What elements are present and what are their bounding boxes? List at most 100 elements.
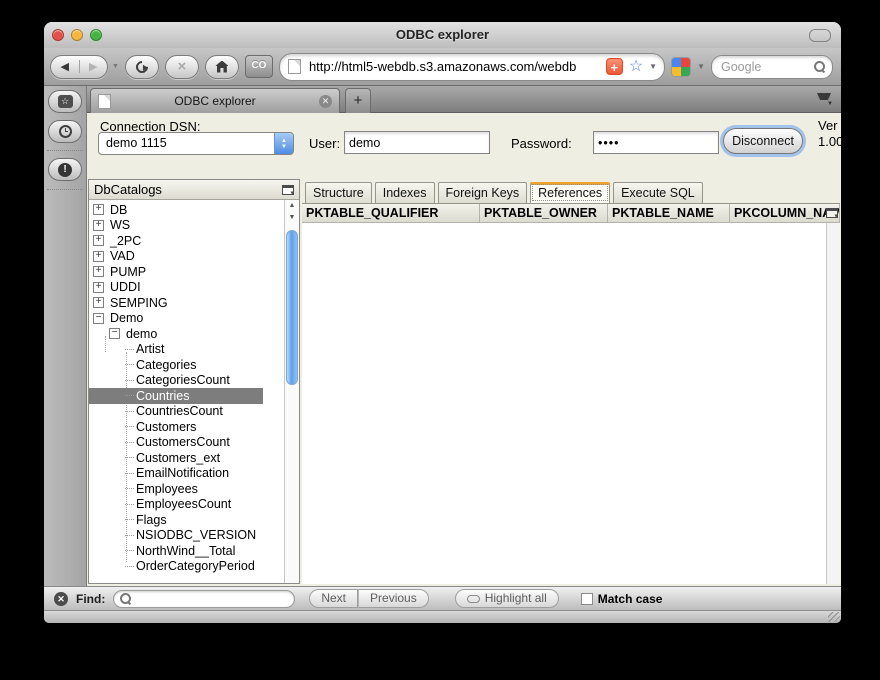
tree-item-customerscount[interactable]: CustomersCount — [89, 435, 263, 451]
errors-sidebar-button[interactable]: ! — [48, 158, 82, 181]
results-tab-execute-sql[interactable]: Execute SQL — [613, 182, 703, 203]
tree-item-semping[interactable]: + SEMPING — [89, 295, 263, 311]
tree-item-label: VAD — [110, 249, 135, 263]
grid-scrollbar-track[interactable] — [826, 223, 840, 584]
tree-item-pump[interactable]: + PUMP — [89, 264, 263, 280]
column-header-pktable-qualifier[interactable]: PKTABLE_QUALIFIER — [302, 204, 480, 222]
url-input[interactable] — [307, 58, 600, 75]
find-input[interactable] — [135, 591, 288, 607]
browser-tab-odbc-explorer[interactable]: ODBC explorer ✕ — [90, 88, 340, 113]
results-tab-indexes[interactable]: Indexes — [375, 182, 435, 203]
disconnect-button[interactable]: Disconnect — [723, 128, 803, 154]
url-dropdown-caret[interactable]: ▼ — [649, 62, 657, 71]
tree-item-customers[interactable]: Customers — [89, 419, 263, 435]
search-magnifier-icon[interactable] — [814, 61, 825, 72]
tree-item-vad[interactable]: + VAD — [89, 249, 263, 265]
tree-connector — [125, 535, 134, 536]
tree-item-db[interactable]: +DB — [89, 202, 263, 218]
find-close-icon[interactable]: ✕ — [54, 592, 68, 606]
expand-toggle-icon[interactable]: + — [93, 204, 104, 215]
bookmarks-sidebar-button[interactable]: ☆ — [48, 90, 82, 113]
highlight-all-button[interactable]: Highlight all — [455, 589, 559, 608]
tree-connector — [125, 504, 134, 505]
scroll-down-arrow[interactable]: ▼ — [285, 212, 299, 224]
tree-item-employees[interactable]: Employees — [89, 481, 263, 497]
tree-item-label: OrderCategoryPeriod — [136, 559, 255, 573]
stop-button[interactable]: × — [165, 55, 199, 79]
tree-item-ws[interactable]: +WS — [89, 218, 263, 234]
column-header-pkcolumn-name[interactable]: PKCOLUMN_NAME — [730, 204, 840, 222]
sidebar-separator — [47, 189, 83, 190]
new-tab-button[interactable]: + — [345, 88, 371, 113]
add-bookmark-badge-icon[interactable]: + — [606, 58, 623, 75]
tree-item-demo[interactable]: −Demo — [89, 311, 263, 327]
results-panel: StructureIndexesForeign KeysReferencesEx… — [302, 179, 840, 584]
dsn-select[interactable]: demo 1115 ▲▼ — [98, 132, 294, 155]
password-field[interactable] — [593, 131, 719, 154]
scroll-up-arrow[interactable]: ▲ — [285, 200, 299, 212]
tree-item-emailnotification[interactable]: EmailNotification — [89, 466, 263, 482]
tree-item-flags[interactable]: Flags — [89, 512, 263, 528]
expand-toggle-icon[interactable]: + — [93, 220, 104, 231]
results-tab-references[interactable]: References — [530, 182, 610, 203]
expand-toggle-icon[interactable]: + — [93, 297, 104, 308]
tree-item-northwind-total[interactable]: NorthWind__Total — [89, 543, 263, 559]
home-button[interactable] — [205, 55, 239, 79]
tree-item-categoriescount[interactable]: CategoriesCount — [89, 373, 263, 389]
find-previous-button[interactable]: Previous — [358, 589, 429, 608]
tree-scrollbar[interactable]: ▲ ▼ — [284, 200, 299, 583]
tree-item-label: PUMP — [110, 265, 146, 279]
tree-connector — [125, 364, 134, 365]
tree-item-artist[interactable]: Artist — [89, 342, 263, 358]
user-label: User: — [309, 136, 340, 151]
tree-item-label: SEMPING — [110, 296, 168, 310]
tree-item-employeescount[interactable]: EmployeesCount — [89, 497, 263, 513]
results-tab-foreign-keys[interactable]: Foreign Keys — [438, 182, 528, 203]
collapse-toggle-icon[interactable]: − — [109, 328, 120, 339]
tree-item-uddi[interactable]: +UDDI — [89, 280, 263, 296]
search-engine-caret[interactable]: ▼ — [697, 62, 705, 71]
tree-item-label: Employees — [136, 482, 198, 496]
tree-item-categories[interactable]: Categories — [89, 357, 263, 373]
expand-toggle-icon[interactable]: + — [93, 266, 104, 277]
find-next-button[interactable]: Next — [309, 589, 358, 608]
resize-grip[interactable] — [828, 612, 840, 622]
find-search-box[interactable] — [113, 590, 295, 608]
tree-item-2pc[interactable]: +_2PC — [89, 233, 263, 249]
tree-item-ordercategoryperiod[interactable]: OrderCategoryPeriod — [89, 559, 263, 575]
expand-toggle-icon[interactable]: + — [93, 251, 104, 262]
collapse-toggle-icon[interactable]: − — [93, 313, 104, 324]
panel-dock-icon[interactable] — [282, 185, 294, 195]
web-search-input[interactable] — [719, 59, 810, 75]
tree-item-label: CategoriesCount — [136, 373, 230, 387]
expand-toggle-icon[interactable]: + — [93, 235, 104, 246]
column-header-pktable-name[interactable]: PKTABLE_NAME — [608, 204, 730, 222]
navigation-toolbar: ◀ ▶ ▼ × CO + ☆ ▼ ▼ — [44, 48, 841, 86]
tree-item-customers-ext[interactable]: Customers_ext — [89, 450, 263, 466]
reload-button[interactable] — [125, 55, 159, 79]
url-bar[interactable]: + ☆ ▼ — [279, 53, 665, 81]
tree-item-countriescount[interactable]: CountriesCount — [89, 404, 263, 420]
web-search-box[interactable] — [711, 55, 833, 79]
list-all-tabs-button[interactable]: ▼ — [817, 93, 833, 106]
google-engine-icon[interactable] — [671, 57, 691, 77]
tree-item-countries[interactable]: Countries — [89, 388, 263, 404]
results-tab-structure[interactable]: Structure — [305, 182, 372, 203]
tree-item-demo[interactable]: −demo — [89, 326, 263, 342]
match-case-option[interactable]: Match case — [581, 592, 663, 606]
expand-toggle-icon[interactable]: + — [93, 282, 104, 293]
column-header-pktable-owner[interactable]: PKTABLE_OWNER — [480, 204, 608, 222]
back-button[interactable]: ◀ — [51, 60, 80, 73]
history-dropdown-caret[interactable]: ▼ — [112, 63, 119, 70]
bookmark-star-icon[interactable]: ☆ — [629, 59, 643, 75]
tab-close-icon[interactable]: ✕ — [319, 95, 332, 108]
toolbar-toggle-lozenge[interactable] — [809, 29, 831, 42]
forward-button[interactable]: ▶ — [80, 60, 108, 73]
tree-item-nsiodbc-version[interactable]: NSIODBC_VERSION — [89, 528, 263, 544]
user-field[interactable] — [344, 131, 490, 154]
co-extension-button[interactable]: CO — [245, 55, 273, 78]
grid-dock-icon[interactable] — [826, 208, 838, 218]
history-sidebar-button[interactable] — [48, 120, 82, 143]
match-case-checkbox[interactable] — [581, 593, 593, 605]
scrollbar-thumb[interactable] — [286, 230, 298, 385]
